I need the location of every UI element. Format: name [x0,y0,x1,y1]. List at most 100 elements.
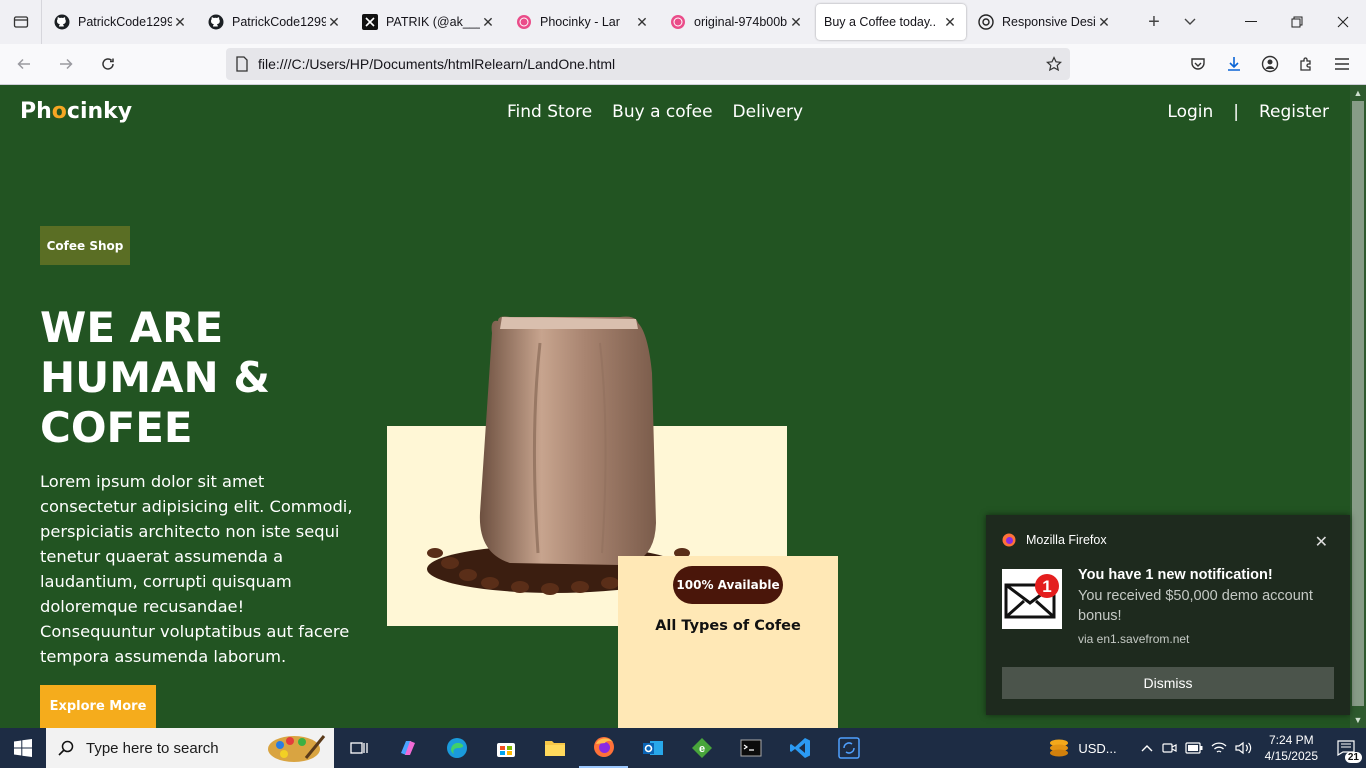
bookmark-star-icon[interactable] [1038,56,1070,72]
tab-github-1[interactable]: PatrickCode1299/ ✕ [46,4,196,40]
store-button[interactable] [481,728,530,768]
outlook-button[interactable] [628,728,677,768]
site-menu: Find Store Buy a cofee Delivery [507,102,803,122]
auth-separator: | [1233,102,1239,122]
outlook-icon [642,741,663,755]
pocket-button[interactable] [1180,48,1216,80]
firefox-icon [1002,533,1016,547]
copilot-icon [400,741,415,755]
hero-description: Lorem ipsum dolor sit amet consectetur a… [40,472,353,666]
tab-list-button[interactable] [0,0,42,44]
site-logo[interactable]: Phocinky [20,99,132,124]
account-icon [1261,55,1279,73]
task-view-button[interactable] [334,728,383,768]
menu-buy-cofee[interactable]: Buy a cofee [612,102,712,122]
tab-title: PatrickCode1299 ( [232,15,326,29]
dribbble-icon [516,14,532,30]
tab-x[interactable]: PATRIK (@ak____ ✕ [354,4,504,40]
tab-close-icon[interactable]: ✕ [172,14,188,31]
tab-close-icon[interactable]: ✕ [480,14,496,31]
explore-more-button[interactable]: Explore More [40,685,156,728]
shop-badge: Cofee Shop [40,226,130,265]
clock-date: 4/15/2025 [1264,749,1318,763]
volume-indicator[interactable] [1231,728,1257,768]
reload-button[interactable] [90,48,126,80]
reload-icon [102,58,114,70]
dismiss-button[interactable]: Dismiss [1002,667,1334,699]
tab-title: Buy a Coffee today.. [824,15,937,29]
firefox-button[interactable] [579,728,628,768]
tab-phocinky[interactable]: Phocinky - Lar ✕ [508,4,658,40]
restore-button[interactable] [1274,0,1320,44]
meet-now-button[interactable] [1157,728,1181,768]
task-view-icon [349,742,368,754]
puzzle-icon [1300,57,1311,71]
register-link[interactable]: Register [1259,102,1329,122]
tab-github-2[interactable]: PatrickCode1299 ( ✕ [200,4,350,40]
edge-button[interactable] [432,728,481,768]
back-button[interactable] [6,48,42,80]
account-button[interactable] [1252,48,1288,80]
url-bar[interactable]: file:///C:/Users/HP/Documents/htmlRelear… [226,48,1070,80]
availability-card: 100% Available All Types of Cofee [618,556,838,728]
terminal-button[interactable] [726,728,775,768]
toast-message: You received $50,000 demo account bonus! [1078,588,1313,624]
clock-time: 7:24 PM [1268,733,1314,747]
tab-buy-coffee[interactable]: Buy a Coffee today.. ✕ [816,4,966,40]
search-icon [46,740,86,756]
forward-button[interactable] [48,48,84,80]
green-e-icon: e [691,738,712,758]
arrow-left-icon [17,58,30,70]
x-icon [362,14,378,30]
extensions-button[interactable] [1288,48,1324,80]
envelope-badge-count: 1 [1042,577,1051,596]
close-window-button[interactable] [1320,0,1366,44]
page-icon [226,56,258,72]
scroll-down-icon[interactable]: ▼ [1350,712,1366,728]
page-scrollbar[interactable]: ▲ ▼ [1350,85,1366,728]
scroll-up-icon[interactable]: ▲ [1350,85,1366,101]
url-text[interactable]: file:///C:/Users/HP/Documents/htmlRelear… [258,56,1038,72]
toast-close-icon[interactable]: ✕ [1315,532,1328,552]
menu-delivery[interactable]: Delivery [733,102,804,122]
chevron-down-icon [1184,18,1196,25]
file-explorer-button[interactable] [530,728,579,768]
tab-original[interactable]: original-974b00b ✕ [662,4,812,40]
action-center-button[interactable]: 21 [1326,728,1366,768]
availability-pill: 100% Available [673,566,783,604]
download-icon [1228,57,1240,71]
vscode-button[interactable] [775,728,824,768]
app-green-button[interactable]: e [677,728,726,768]
menu-button[interactable] [1324,48,1360,80]
tab-close-icon[interactable]: ✕ [942,14,958,31]
tab-close-icon[interactable]: ✕ [788,14,804,31]
tab-overflow-button[interactable] [1172,4,1208,40]
currency-widget[interactable]: USD... [1044,728,1120,768]
start-button[interactable] [0,728,46,768]
tab-title: original-974b00b [694,15,788,29]
new-tab-button[interactable]: + [1136,4,1172,40]
scrollbar-thumb[interactable] [1352,101,1364,706]
minimize-button[interactable] [1228,0,1274,44]
downloads-button[interactable] [1216,48,1252,80]
availability-text: All Types of Cofee [655,618,801,634]
login-link[interactable]: Login [1167,102,1213,122]
tab-close-icon[interactable]: ✕ [326,14,342,31]
taskbar-search[interactable]: Type here to search [46,728,334,768]
tab-close-icon[interactable]: ✕ [1096,14,1112,31]
menu-find-store[interactable]: Find Store [507,102,592,122]
tab-responsive[interactable]: Responsive Desig ✕ [970,4,1120,40]
sync-app-button[interactable] [824,728,873,768]
currency-label: USD... [1078,740,1117,756]
clock[interactable]: 7:24 PM 4/15/2025 [1257,732,1326,764]
copilot-button[interactable] [383,728,432,768]
tray-overflow-button[interactable] [1137,728,1157,768]
network-indicator[interactable] [1207,728,1231,768]
battery-indicator[interactable] [1181,728,1207,768]
tab-close-icon[interactable]: ✕ [634,14,650,31]
system-tray: USD... 7:24 PM 4/15/2025 21 [1044,728,1366,768]
folder-icon [544,741,565,756]
tab-list-icon [13,16,28,28]
sync-app-icon [837,737,860,759]
window-controls [1228,0,1366,44]
